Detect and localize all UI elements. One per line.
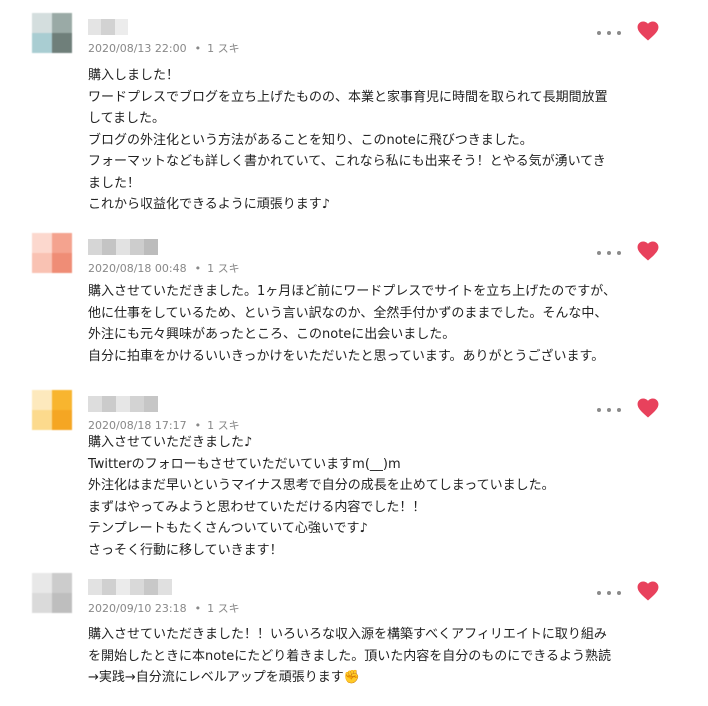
comment-body: 購入しました！ ワードプレスでブログを立ち上げたものの、本業と家事育児に時間を取… — [88, 65, 688, 216]
comment-meta: 2020/09/10 23:18 • 1 スキ — [88, 601, 240, 617]
separator-dot: • — [194, 602, 202, 615]
comment-line: 購入させていただきました♪ — [88, 435, 253, 450]
heart-icon[interactable] — [637, 398, 659, 418]
comment-line: 外注化はまだ早いというマイナス思考で自分の成長を止めてしまっていました。 — [88, 478, 555, 493]
comment-line: →実践→自分流にレベルアップを頑張ります✊ — [88, 670, 360, 685]
comment-line: さっそく行動に移していきます！ — [88, 542, 283, 558]
comment-line: フォーマットなども詳しく書かれていて、これなら私にも出来そう！とやる気が湧いてき — [88, 154, 606, 169]
heart-icon[interactable] — [637, 241, 659, 261]
more-options-icon[interactable] — [597, 247, 621, 259]
comment-date: 2020/08/18 17:17 — [88, 419, 187, 432]
heart-icon[interactable] — [637, 21, 659, 41]
more-options-icon[interactable] — [597, 27, 621, 39]
like-count: 1 スキ — [207, 419, 240, 432]
comment-line: 自分に拍車をかけるいいきっかけをいただいたと思っています。ありがとうございます。 — [88, 348, 605, 364]
comment-line: してました。 — [88, 111, 165, 126]
comment-date: 2020/08/18 00:48 — [88, 262, 187, 275]
comment-line: ワードプレスでブログを立ち上げたものの、本業と家事育児に時間を取られて長期間放置 — [88, 89, 608, 105]
like-count: 1 スキ — [207, 602, 240, 615]
separator-dot: • — [194, 42, 202, 55]
like-count: 1 スキ — [207, 42, 240, 55]
comment-line: テンプレートもたくさんついていて心強いです♪ — [88, 521, 368, 536]
comment-meta: 2020/08/18 00:48 • 1 スキ — [88, 261, 240, 277]
heart-icon[interactable] — [637, 581, 659, 601]
comment-line: これから収益化できるように頑張ります♪ — [88, 197, 331, 212]
username-blurred[interactable] — [88, 239, 168, 255]
comment-line: 購入させていただきました。1ヶ月ほど前にワードプレスでサイトを立ち上げたのですが… — [88, 284, 617, 299]
comment-line: Twitterのフォローもさせていただいていますm(__)m — [88, 456, 401, 472]
comment-line: 購入させていただきました！！いろいろな収入源を構築すべくアフィリエイトに取り組み — [88, 627, 607, 642]
comment-line: を開始したときに本noteにたどり着きました。頂いた内容を自分のものにできるよう… — [88, 648, 612, 664]
more-options-icon[interactable] — [597, 404, 621, 416]
avatar[interactable] — [32, 233, 72, 273]
comment-meta: 2020/08/13 22:00 • 1 スキ — [88, 41, 240, 57]
comment-body: 購入させていただきました♪ Twitterのフォローもさせていただいていますm(… — [88, 432, 688, 561]
avatar[interactable] — [32, 573, 72, 613]
comment-line: ブログの外注化という方法があることを知り、このnoteに飛びつきました。 — [88, 132, 533, 148]
comment-line: 外注にも元々興味があったところ、このnoteに出会いました。 — [88, 327, 456, 342]
avatar[interactable] — [32, 13, 72, 53]
more-options-icon[interactable] — [597, 587, 621, 599]
comment-line: 他に仕事をしているため、という言い訳なのか、全然手付かずのままでした。そんな中、 — [88, 305, 608, 321]
like-count: 1 スキ — [207, 262, 240, 275]
comment-date: 2020/08/13 22:00 — [88, 42, 187, 55]
separator-dot: • — [194, 419, 202, 432]
comment-date: 2020/09/10 23:18 — [88, 602, 187, 615]
comment-body: 購入させていただきました。1ヶ月ほど前にワードプレスでサイトを立ち上げたのですが… — [88, 281, 688, 367]
comment-line: 購入しました！ — [88, 68, 180, 83]
avatar[interactable] — [32, 390, 72, 430]
comment-line: ました！ — [88, 175, 141, 191]
separator-dot: • — [194, 262, 202, 275]
username-blurred[interactable] — [88, 396, 158, 412]
username-blurred[interactable] — [88, 19, 128, 35]
username-blurred[interactable] — [88, 579, 184, 595]
comment-body: 購入させていただきました！！いろいろな収入源を構築すべくアフィリエイトに取り組み… — [88, 624, 688, 689]
comment-line: まずはやってみようと思わせていただける内容でした！！ — [88, 499, 426, 515]
